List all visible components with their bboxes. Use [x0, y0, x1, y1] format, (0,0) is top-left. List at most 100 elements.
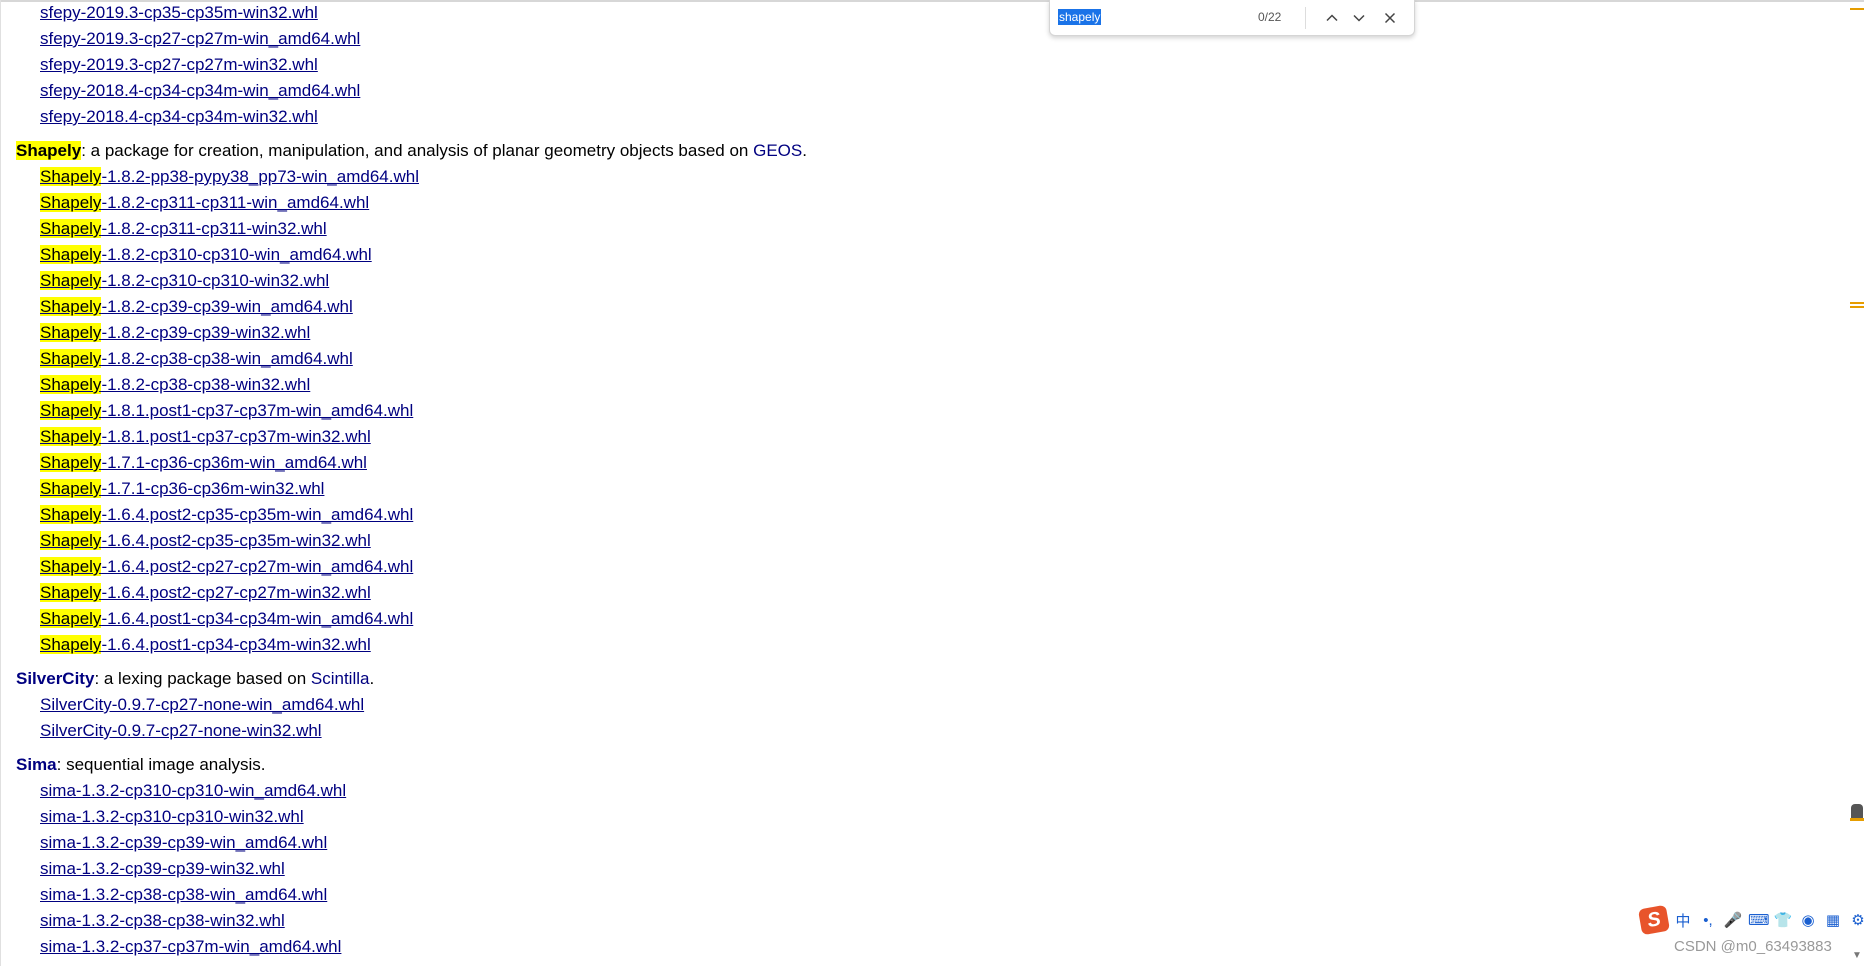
wheel-file-link[interactable]: Shapely-1.6.4.post2-cp27-cp27m-win32.whl — [40, 583, 371, 602]
file-name-suffix: -1.8.2-cp38-cp38-win32.whl — [101, 375, 311, 394]
settings-icon[interactable]: ⚙ — [1848, 911, 1864, 929]
file-name-suffix: -1.6.4.post2-cp35-cp35m-win_amd64.whl — [101, 505, 414, 524]
list-item: sima-1.3.2-cp37-cp37m-win_amd64.whl — [40, 934, 1846, 960]
find-close-button[interactable] — [1378, 6, 1402, 30]
search-highlight: Shapely — [40, 505, 102, 524]
wheel-file-link[interactable]: Shapely-1.8.2-cp39-cp39-win32.whl — [40, 323, 310, 342]
search-highlight: Shapely — [40, 583, 102, 602]
list-item: Shapely-1.8.2-cp310-cp310-win_amd64.whl — [40, 242, 1846, 268]
scroll-down-arrow[interactable]: ▼ — [1852, 950, 1862, 961]
wheel-file-link[interactable]: sfepy-2019.3-cp27-cp27m-win_amd64.whl — [40, 29, 360, 48]
list-item: sima-1.3.2-cp38-cp38-win_amd64.whl — [40, 882, 1846, 908]
file-name-suffix: -1.8.1.post1-cp37-cp37m-win_amd64.whl — [101, 401, 414, 420]
wheel-file-link[interactable]: sima-1.3.2-cp39-cp39-win32.whl — [40, 859, 285, 878]
search-highlight: Shapely — [40, 219, 102, 238]
search-highlight: Shapely — [40, 557, 102, 576]
wheel-file-link[interactable]: Shapely-1.6.4.post2-cp35-cp35m-win32.whl — [40, 531, 371, 550]
wheel-file-link[interactable]: Shapely-1.8.1.post1-cp37-cp37m-win32.whl — [40, 427, 371, 446]
wheel-file-link[interactable]: Shapely-1.8.1.post1-cp37-cp37m-win_amd64… — [40, 401, 413, 420]
list-item: Shapely-1.8.1.post1-cp37-cp37m-win_amd64… — [40, 398, 1846, 424]
wheel-file-link[interactable]: sfepy-2018.4-cp34-cp34m-win_amd64.whl — [40, 81, 360, 100]
wheel-file-link[interactable]: sima-1.3.2-cp39-cp39-win_amd64.whl — [40, 833, 327, 852]
scrollbar-match-marker — [1850, 306, 1864, 308]
wheel-file-link[interactable]: SilverCity-0.9.7-cp27-none-win32.whl — [40, 721, 322, 740]
wheel-file-link[interactable]: Shapely-1.8.2-cp310-cp310-win32.whl — [40, 271, 329, 290]
search-highlight: Shapely — [40, 245, 102, 264]
keyboard-icon[interactable]: ⌨ — [1748, 911, 1770, 929]
scintilla-link[interactable]: Scintilla — [311, 669, 370, 688]
silvercity-package-link[interactable]: SilverCity — [16, 669, 94, 688]
list-item: sfepy-2019.3-cp27-cp27m-win32.whl — [40, 52, 1846, 78]
list-item: sfepy-2018.4-cp34-cp34m-win_amd64.whl — [40, 78, 1846, 104]
chinese-mode-icon[interactable]: 中 — [1673, 910, 1693, 931]
list-item: Shapely-1.6.4.post2-cp27-cp27m-win_amd64… — [40, 554, 1846, 580]
file-name-suffix: -1.8.2-cp310-cp310-win32.whl — [101, 271, 330, 290]
wheel-file-link[interactable]: Shapely-1.8.2-cp310-cp310-win_amd64.whl — [40, 245, 372, 264]
wheel-file-link[interactable]: sima-1.3.2-cp38-cp38-win32.whl — [40, 911, 285, 930]
sima-header: Sima: sequential image analysis. — [16, 752, 1846, 778]
wheel-file-link[interactable]: Shapely-1.8.2-cp38-cp38-win32.whl — [40, 375, 310, 394]
shapely-file-list: Shapely-1.8.2-pp38-pypy38_pp73-win_amd64… — [16, 164, 1846, 658]
list-item: sfepy-2019.3-cp35-cp35m-win32.whl — [40, 0, 1846, 26]
file-name-suffix: -1.8.2-cp39-cp39-win32.whl — [101, 323, 311, 342]
toolbox-icon[interactable]: ▦ — [1823, 911, 1843, 929]
list-item: Shapely-1.6.4.post1-cp34-cp34m-win_amd64… — [40, 606, 1846, 632]
scrollbar-match-marker — [1850, 8, 1864, 10]
list-item: sfepy-2018.4-cp34-cp34m-win32.whl — [40, 104, 1846, 130]
find-previous-button[interactable] — [1320, 6, 1344, 30]
find-match-count: 0/22 — [1258, 10, 1282, 24]
wheel-file-link[interactable]: sima-1.3.2-cp310-cp310-win_amd64.whl — [40, 781, 346, 800]
assistant-icon[interactable]: ◉ — [1798, 911, 1818, 929]
wheel-file-link[interactable]: sima-1.3.2-cp38-cp38-win_amd64.whl — [40, 885, 327, 904]
punctuation-icon[interactable]: •, — [1698, 912, 1718, 929]
wheel-file-link[interactable]: Shapely-1.6.4.post2-cp27-cp27m-win_amd64… — [40, 557, 413, 576]
search-highlight: Shapely — [40, 635, 102, 654]
wheel-file-link[interactable]: Shapely-1.6.4.post1-cp34-cp34m-win32.whl — [40, 635, 371, 654]
wheel-file-link[interactable]: Shapely-1.8.2-pp38-pypy38_pp73-win_amd64… — [40, 167, 419, 186]
wheel-file-link[interactable]: sfepy-2019.3-cp27-cp27m-win32.whl — [40, 55, 318, 74]
wheel-file-link[interactable]: sima-1.3.2-cp310-cp310-win32.whl — [40, 807, 304, 826]
list-item: sfepy-2019.3-cp27-cp27m-win_amd64.whl — [40, 26, 1846, 52]
wheel-file-link[interactable]: Shapely-1.7.1-cp36-cp36m-win_amd64.whl — [40, 453, 367, 472]
list-item: Shapely-1.8.2-cp38-cp38-win32.whl — [40, 372, 1846, 398]
wheel-file-link[interactable]: Shapely-1.8.2-cp39-cp39-win_amd64.whl — [40, 297, 353, 316]
wheel-file-link[interactable]: sfepy-2018.4-cp34-cp34m-win32.whl — [40, 107, 318, 126]
wheel-file-link[interactable]: Shapely-1.8.2-cp311-cp311-win32.whl — [40, 219, 327, 238]
sogou-logo-icon[interactable]: S — [1637, 904, 1671, 936]
file-name-suffix: -1.7.1-cp36-cp36m-win32.whl — [101, 479, 325, 498]
chevron-down-icon — [1353, 14, 1365, 22]
sima-package-link[interactable]: Sima — [16, 755, 57, 774]
list-item: Shapely-1.8.2-cp310-cp310-win32.whl — [40, 268, 1846, 294]
find-input[interactable] — [1056, 7, 1238, 27]
wheel-file-link[interactable]: SilverCity-0.9.7-cp27-none-win_amd64.whl — [40, 695, 364, 714]
file-name-suffix: -1.8.2-cp38-cp38-win_amd64.whl — [101, 349, 353, 368]
list-item: sima-1.3.2-cp39-cp39-win_amd64.whl — [40, 830, 1846, 856]
wheel-file-link[interactable]: sima-1.3.2-cp37-cp37m-win_amd64.whl — [40, 937, 341, 956]
list-item: SilverCity-0.9.7-cp27-none-win32.whl — [40, 718, 1846, 744]
file-name-suffix: -1.6.4.post2-cp35-cp35m-win32.whl — [101, 531, 371, 550]
search-highlight: Shapely — [40, 453, 102, 472]
microphone-icon[interactable]: 🎤 — [1723, 911, 1743, 929]
scrollbar-match-marker — [1850, 302, 1864, 304]
skin-icon[interactable]: 👕 — [1773, 911, 1793, 929]
wheel-file-link[interactable]: Shapely-1.7.1-cp36-cp36m-win32.whl — [40, 479, 324, 498]
search-highlight: Shapely — [40, 271, 102, 290]
list-item: Shapely-1.8.2-cp311-cp311-win32.whl — [40, 216, 1846, 242]
file-name-suffix: -1.8.2-cp39-cp39-win_amd64.whl — [101, 297, 353, 316]
geos-link[interactable]: GEOS — [753, 141, 802, 160]
wheel-file-link[interactable]: Shapely-1.8.2-cp38-cp38-win_amd64.whl — [40, 349, 353, 368]
file-name-suffix: -1.6.4.post2-cp27-cp27m-win_amd64.whl — [101, 557, 414, 576]
csdn-watermark: CSDN @m0_63493883 — [1674, 938, 1832, 955]
silvercity-description: : a lexing package based on — [94, 669, 311, 688]
find-next-button[interactable] — [1347, 6, 1371, 30]
shapely-package-link[interactable]: Shapely — [16, 141, 82, 160]
wheel-file-link[interactable]: Shapely-1.8.2-cp311-cp311-win_amd64.whl — [40, 193, 369, 212]
sima-description: : sequential image analysis. — [56, 755, 266, 774]
wheel-file-link[interactable]: Shapely-1.6.4.post1-cp34-cp34m-win_amd64… — [40, 609, 413, 628]
wheel-file-link[interactable]: sfepy-2019.3-cp35-cp35m-win32.whl — [40, 3, 318, 22]
list-item: Shapely-1.8.2-cp38-cp38-win_amd64.whl — [40, 346, 1846, 372]
file-name-suffix: -1.8.2-cp311-cp311-win_amd64.whl — [101, 193, 370, 212]
silvercity-file-list: SilverCity-0.9.7-cp27-none-win_amd64.whl… — [16, 692, 1846, 744]
list-item: Shapely-1.6.4.post2-cp35-cp35m-win32.whl — [40, 528, 1846, 554]
wheel-file-link[interactable]: Shapely-1.6.4.post2-cp35-cp35m-win_amd64… — [40, 505, 413, 524]
